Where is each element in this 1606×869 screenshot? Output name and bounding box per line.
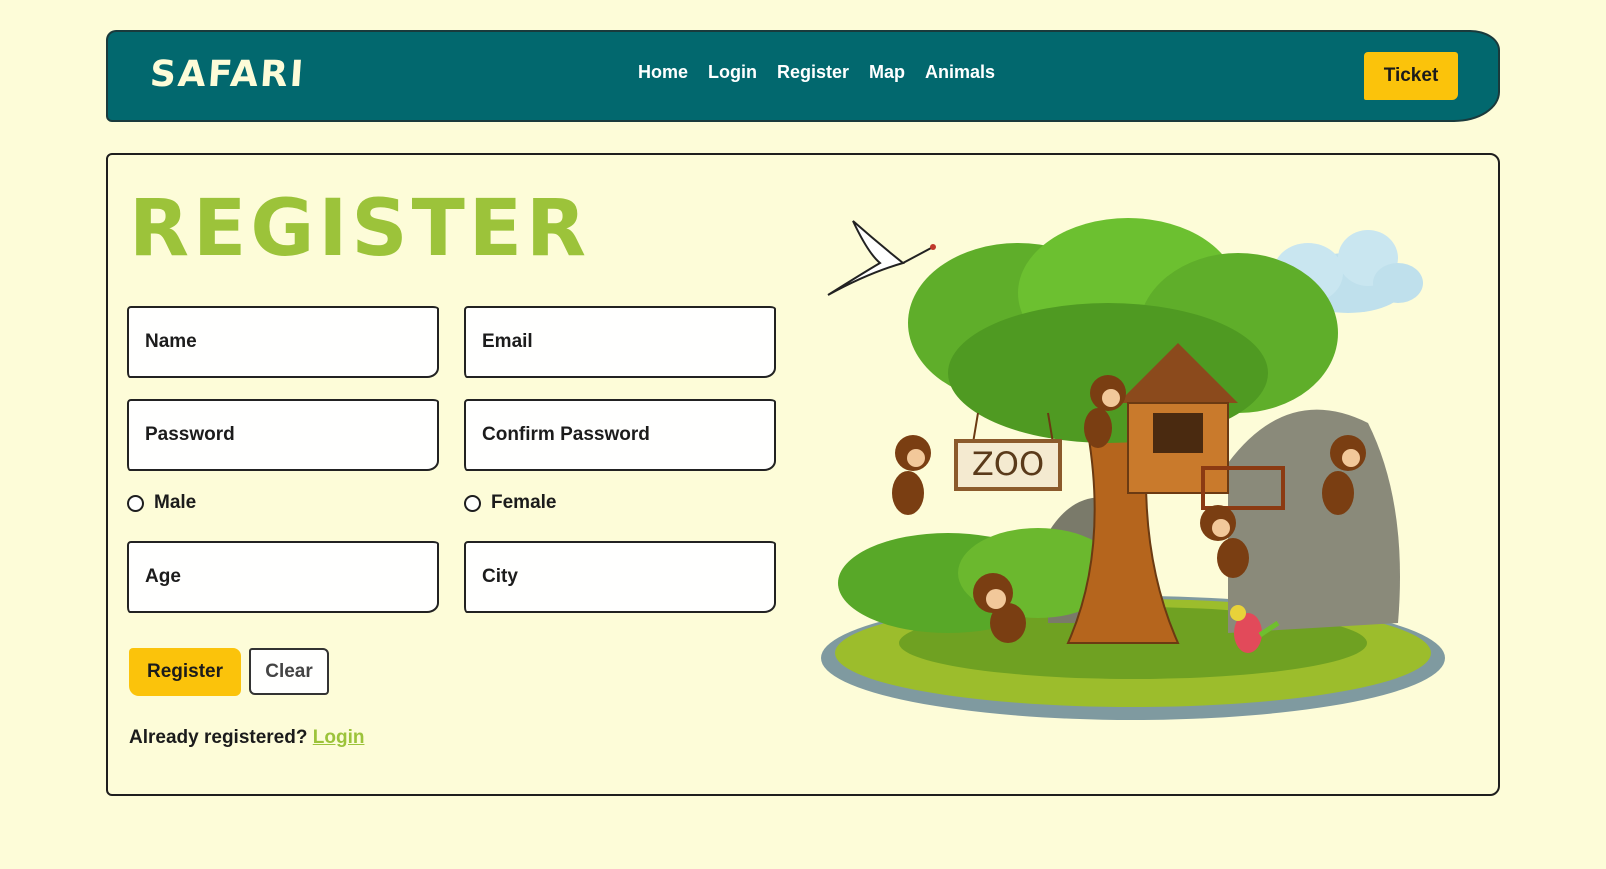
password-input[interactable]: Password xyxy=(127,399,439,471)
safari-logo[interactable]: SAFARI xyxy=(149,54,307,95)
nav-register-link[interactable]: Register xyxy=(777,62,849,83)
confirm-password-input[interactable]: Confirm Password xyxy=(464,399,776,471)
login-link[interactable]: Login xyxy=(313,727,365,748)
gender-female-option[interactable]: Female xyxy=(464,492,556,514)
already-registered-text: Already registered? Login xyxy=(129,727,364,749)
ticket-button[interactable]: Ticket xyxy=(1364,52,1458,100)
nav-login-link[interactable]: Login xyxy=(708,62,757,83)
age-input[interactable]: Age xyxy=(127,541,439,613)
already-label: Already registered? xyxy=(129,727,308,748)
name-input[interactable]: Name xyxy=(127,306,439,378)
crane-bird-icon xyxy=(827,220,936,296)
register-title: REGISTER xyxy=(129,184,591,274)
zoo-sign-text: ZOO xyxy=(972,445,1044,483)
nav-map-link[interactable]: Map xyxy=(869,62,905,83)
zoo-illustration: ZOO xyxy=(821,218,1445,720)
register-card: REGISTER Name Email Password Confirm Pas… xyxy=(106,153,1500,796)
main-nav: Home Login Register Map Animals xyxy=(638,62,995,83)
tree-canopy xyxy=(908,218,1338,443)
nav-home-link[interactable]: Home xyxy=(638,62,688,83)
male-label: Male xyxy=(154,492,197,513)
nav-animals-link[interactable]: Animals xyxy=(925,62,995,83)
clear-button[interactable]: Clear xyxy=(249,648,329,695)
male-radio[interactable] xyxy=(127,494,144,512)
female-radio[interactable] xyxy=(464,494,481,512)
top-navbar: SAFARI Home Login Register Map Animals T… xyxy=(106,30,1500,122)
email-input[interactable]: Email xyxy=(464,306,776,378)
city-input[interactable]: City xyxy=(464,541,776,613)
register-button[interactable]: Register xyxy=(129,648,241,696)
female-label: Female xyxy=(491,492,557,513)
gender-male-option[interactable]: Male xyxy=(127,492,196,514)
